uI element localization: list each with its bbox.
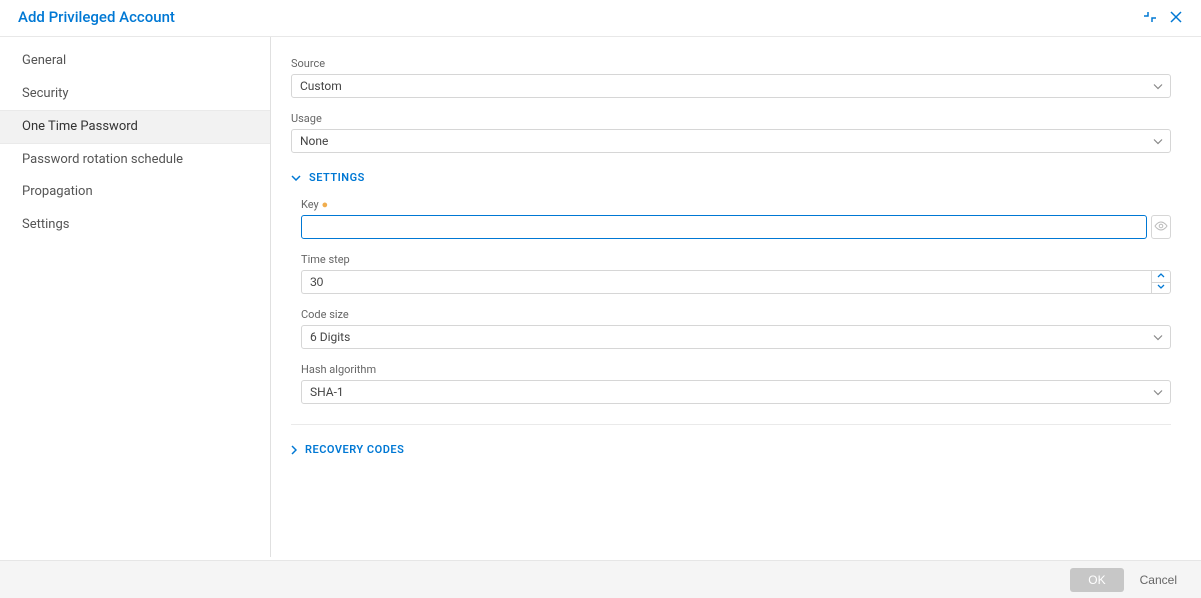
key-label: Key ●: [301, 198, 1171, 211]
time-step-input[interactable]: [301, 270, 1151, 294]
time-step-label: Time step: [301, 253, 1171, 266]
sidebar-item-security[interactable]: Security: [0, 78, 270, 111]
sidebar-item-general[interactable]: General: [0, 45, 270, 78]
sidebar-item-otp[interactable]: One Time Password: [0, 110, 270, 144]
source-label: Source: [291, 57, 1171, 70]
settings-section-toggle[interactable]: SETTINGS: [291, 171, 1171, 184]
sidebar: General Security One Time Password Passw…: [0, 37, 271, 557]
settings-section: Key ● Time step: [291, 198, 1171, 404]
sidebar-item-settings[interactable]: Settings: [0, 209, 270, 242]
usage-label: Usage: [291, 112, 1171, 125]
chevron-down-icon: [1157, 283, 1165, 292]
recovery-section-toggle[interactable]: RECOVERY CODES: [291, 443, 1171, 456]
sidebar-item-rotation[interactable]: Password rotation schedule: [0, 144, 270, 177]
reveal-password-button[interactable]: [1151, 215, 1171, 239]
dialog-header: Add Privileged Account: [0, 0, 1201, 37]
time-step-stepper: [301, 270, 1171, 294]
key-input[interactable]: [301, 215, 1147, 239]
hash-algorithm-value: SHA-1: [301, 380, 1171, 404]
hash-algorithm-select[interactable]: SHA-1: [301, 380, 1171, 404]
usage-value: None: [291, 129, 1171, 153]
stepper-buttons: [1151, 270, 1171, 294]
stepper-down-button[interactable]: [1152, 283, 1170, 294]
source-select[interactable]: Custom: [291, 74, 1171, 98]
recovery-section-title: RECOVERY CODES: [305, 443, 404, 456]
header-icons: [1143, 10, 1183, 24]
cancel-button[interactable]: Cancel: [1140, 573, 1177, 587]
chevron-right-icon: [291, 445, 297, 455]
chevron-up-icon: [1157, 272, 1165, 281]
key-row: [301, 215, 1171, 239]
eye-icon: [1154, 220, 1168, 235]
source-value: Custom: [291, 74, 1171, 98]
settings-section-title: SETTINGS: [309, 171, 365, 184]
close-icon[interactable]: [1169, 10, 1183, 24]
stepper-up-button[interactable]: [1152, 271, 1170, 283]
sidebar-item-propagation[interactable]: Propagation: [0, 176, 270, 209]
usage-select[interactable]: None: [291, 129, 1171, 153]
hash-algorithm-label: Hash algorithm: [301, 363, 1171, 376]
dialog-title: Add Privileged Account: [18, 8, 175, 26]
minimize-icon[interactable]: [1143, 10, 1157, 24]
ok-button[interactable]: OK: [1070, 568, 1123, 592]
dialog-body: General Security One Time Password Passw…: [0, 37, 1201, 557]
section-divider: [291, 424, 1171, 425]
dialog-footer: OK Cancel: [0, 560, 1201, 598]
content-panel: Source Custom Usage None SETTINGS Key ●: [271, 37, 1201, 557]
code-size-label: Code size: [301, 308, 1171, 321]
code-size-value: 6 Digits: [301, 325, 1171, 349]
chevron-down-icon: [291, 175, 301, 181]
code-size-select[interactable]: 6 Digits: [301, 325, 1171, 349]
